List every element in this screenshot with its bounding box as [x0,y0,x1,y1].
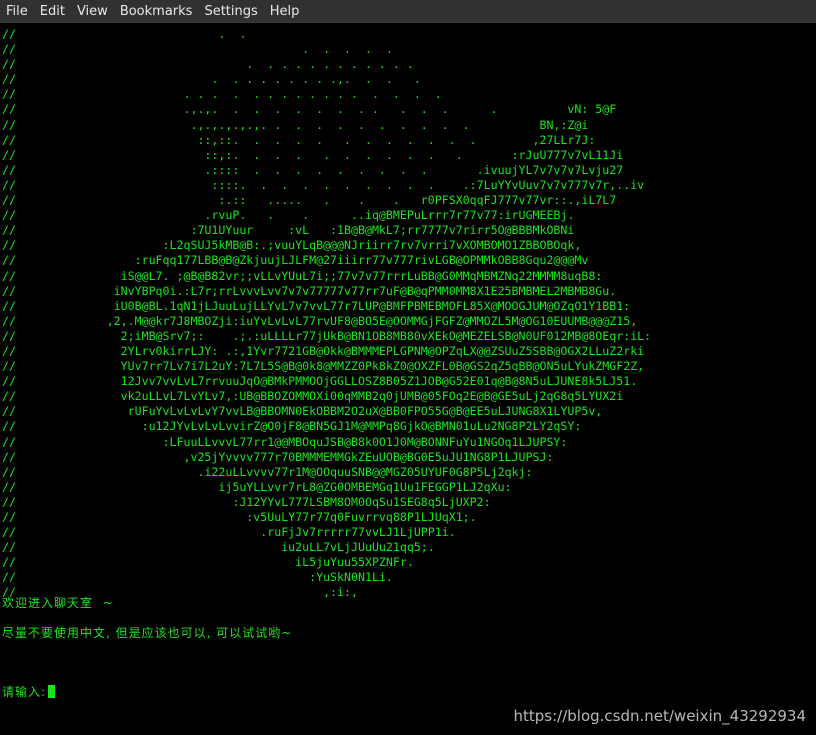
menu-view[interactable]: View [71,0,114,23]
ascii-art-line: // . . . . . . . . . . . . [2,57,414,72]
menu-file[interactable]: File [0,0,34,23]
menu-settings[interactable]: Settings [198,0,263,23]
hint-message: 尽量不要使用中文, 但是应该也可以, 可以试试哟~ [2,626,293,640]
ascii-art-line: // ::,::. . . . . . . . . . . . ,27LLr7J… [2,132,596,147]
ascii-art-line: // :L2qSUJ5kMB@B:.;vuuYLqB@@@NJriirr7rv7… [2,238,582,253]
ascii-art-line: // .,.,. . . . . . . . . . . . . vN: 5@F [2,102,617,117]
ascii-art-line: // .i22uLLvvvv77r1M@OOquuSNB@@MGZ05UYUF0… [2,464,533,479]
ascii-art-line: // ,2,.M@@kr7J8MBOZji:iuYvLvLvL77rvUF8@B… [2,313,638,328]
ascii-art-line: // :J12YYvL777LSBM8OM0OqSu1SEG8q5LjUXP2: [2,494,491,509]
menu-help[interactable]: Help [264,0,306,23]
ascii-art-line: // ,v25jYvvvv777r70BMMMEMMGkZEuUOB@BG0E5… [2,449,554,464]
ascii-art-line: // 2;iMB@Srv7;: .;.:uLLLLr77jUkB@BN1OB8M… [2,328,652,343]
ascii-art-line: // :YuSkN0N1Li. [2,570,393,585]
ascii-art-line: // ::,:. . . . . . . . . . . :rJuU777v7v… [2,147,624,162]
ascii-art-line: // :LFuuLLvvvL77rr1@@MBOquJSB@B8k0O1J0M@… [2,434,568,449]
ascii-art-line: // ij5uYLLvvr7rL8@ZG0OMBEMGq1Uu1FEGGP1LJ… [2,479,512,494]
menu-bar: File Edit View Bookmarks Settings Help [0,0,816,23]
ascii-art-line: // . . . . . . . . . . . . . . . . [2,87,442,102]
ascii-art-line: // 12Jvv7vvLvL7rrvuuJqO@BMkPMMOOjGGLLOSZ… [2,374,638,389]
terminal-window: File Edit View Bookmarks Settings Help /… [0,0,816,735]
ascii-art-line: // iu2uLL7vLjJUuUu21qq5;. [2,540,435,555]
terminal-output[interactable]: // . .// . . . . .// . . . . . . . . . .… [0,24,816,735]
watermark: https://blog.csdn.net/weixin_43292934 [513,707,806,725]
ascii-art-line: // iS@@L7. ;@B@B82vr;;vLLvYUuL7i;;77v7v7… [2,268,603,283]
ascii-art-line: // . . [2,27,247,41]
menu-edit[interactable]: Edit [34,0,71,23]
ascii-art-line: // 2YLrv0kirrLJY: .:,1Yvr7721GB@Okk@BMMM… [2,343,645,358]
ascii-art-line: // .ruFjJv7rrrrr77vvLJ1LjUPP1i. [2,525,456,540]
ascii-art-line: // :.:: ..... . . . r0PFSX0qqFJ777v77vr:… [2,193,617,208]
ascii-art: // . .// . . . . .// . . . . . . . . . .… [2,27,651,601]
ascii-art-line: // iNvYBPq0i.:L7r;rrLvvvLvv7v7v77777v77r… [2,283,617,298]
ascii-art-line: // iU0B@BL.1qN1jLJuuLujLLYvL7v7vvL77r7LU… [2,298,631,313]
ascii-art-line: // vk2uLLvL7LvYLv7,:UB@BBOZOMMOXi00qMMB2… [2,389,624,404]
input-prompt-label: 请输入: [2,685,47,699]
ascii-art-line: // .rvuP. . . ..iq@BMEPuLrrr7r77v77:irUG… [2,208,575,223]
ascii-art-line: // :7U1UYuur :vL :1B@B@MkL7;rr7777v7rirr… [2,223,575,238]
ascii-art-line: // . . . . . . . . .,. . . . [2,72,421,87]
ascii-art-line: // . . . . . [2,42,393,57]
ascii-art-line: // .,.,.,.,.,. . . . . . . . . . . BN,:Z… [2,117,589,132]
text-cursor [48,685,56,698]
ascii-art-line: // ::::. . . . . . . . . . .:7LuYYvUuv7v… [2,177,645,192]
ascii-art-line: // :ruFqq177LBB@B@ZkjuujLJLFM@27iiirr77v… [2,253,589,268]
ascii-art-line: // :v5UuLY77r77q0Fuvrrvq88P1LJUqX1;. [2,510,477,524]
ascii-art-line: // YUv7rr7Lv7i7L2uY:7L7L5S@B@0k8@MMZZ0Pk… [2,359,645,374]
ascii-art-line: // .:::: . . . . . . . . . .ivuujYL7v7v7… [2,162,624,177]
ascii-art-line: // :u12JYvLvLvLvvirZ@O0jF8@BN5GJ1M@MMPq8… [2,419,582,434]
welcome-message: 欢迎进入聊天室 ~ [2,596,114,610]
menu-bookmarks[interactable]: Bookmarks [114,0,199,23]
ascii-art-line: // rUFuYvLvLvLvY7vvLB@BBOMN0EkOBBM2O2uX@… [2,404,603,419]
ascii-art-line: // iL5juYuu55XPZNFr. [2,555,414,570]
input-prompt-row[interactable]: 请输入: [2,683,56,700]
